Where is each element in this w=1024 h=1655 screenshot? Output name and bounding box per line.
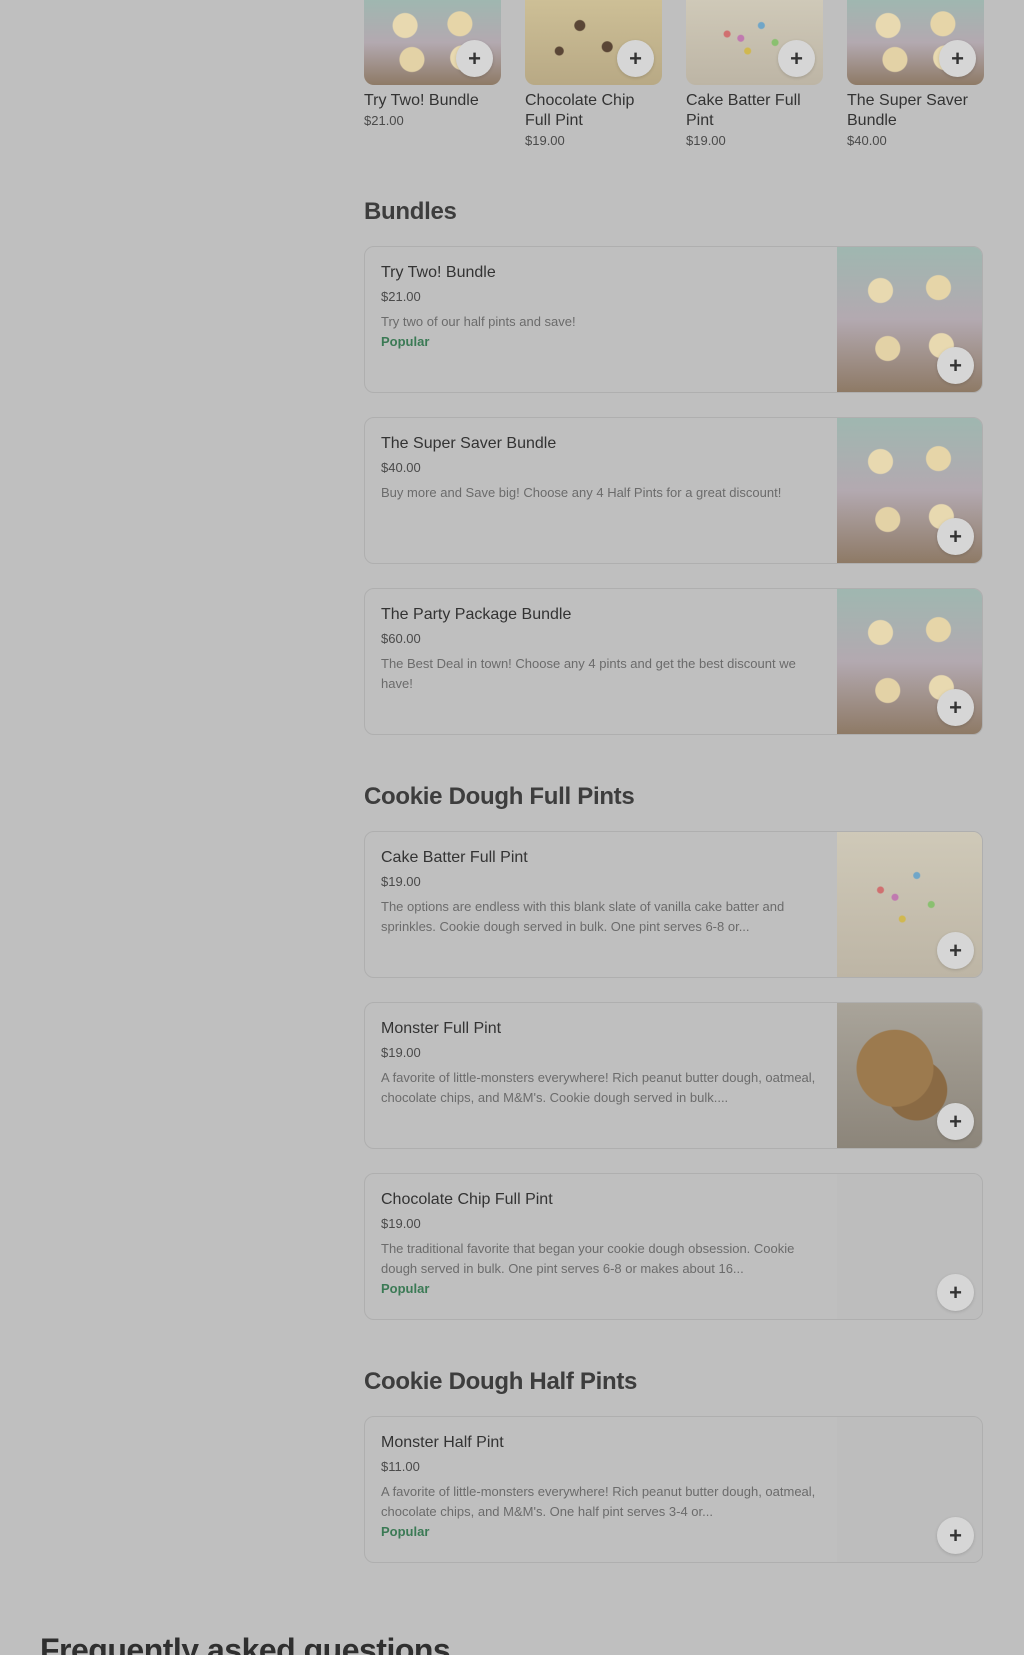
- plus-icon: +: [949, 1108, 962, 1134]
- menu-item-card[interactable]: Cake Batter Full Pint $19.00 The options…: [364, 831, 983, 978]
- menu-item-card[interactable]: Try Two! Bundle $21.00 Try two of our ha…: [364, 246, 983, 393]
- add-item-button[interactable]: +: [937, 518, 974, 555]
- plus-icon: +: [790, 45, 803, 71]
- add-item-button[interactable]: +: [937, 689, 974, 726]
- menu-item-card[interactable]: The Party Package Bundle $60.00 The Best…: [364, 588, 983, 735]
- item-price: $40.00: [381, 460, 421, 475]
- item-image: +: [837, 832, 982, 977]
- item-image: +: [837, 1417, 982, 1562]
- featured-item-title: The Super Saver Bundle: [847, 92, 968, 129]
- item-price: $19.00: [381, 1045, 421, 1060]
- featured-item-price: $40.00: [847, 133, 887, 148]
- item-title: Cake Batter Full Pint: [381, 849, 528, 866]
- item-description: The traditional favorite that began your…: [381, 1241, 795, 1276]
- item-description: A favorite of little-monsters everywhere…: [381, 1070, 816, 1105]
- faq-heading: Frequently asked questions: [40, 1632, 451, 1655]
- item-description: The Best Deal in town! Choose any 4 pint…: [381, 656, 796, 691]
- item-title: Monster Full Pint: [381, 1020, 502, 1037]
- menu-item-card[interactable]: Monster Half Pint $11.00 A favorite of l…: [364, 1416, 983, 1563]
- add-item-button[interactable]: +: [456, 40, 493, 77]
- item-price: $60.00: [381, 631, 421, 646]
- popular-badge: Popular: [381, 334, 430, 349]
- item-image: +: [686, 0, 823, 85]
- add-item-button[interactable]: +: [939, 40, 976, 77]
- item-description: The options are endless with this blank …: [381, 899, 785, 934]
- plus-icon: +: [949, 1522, 962, 1548]
- item-title: The Party Package Bundle: [381, 606, 572, 623]
- plus-icon: +: [629, 45, 642, 71]
- featured-item[interactable]: + Try Two! Bundle $21.00: [364, 0, 501, 150]
- item-image: +: [837, 418, 982, 563]
- plus-icon: +: [951, 45, 964, 71]
- section-title-bundles: Bundles: [364, 198, 457, 225]
- popular-badge: Popular: [381, 1524, 430, 1539]
- item-image: +: [837, 247, 982, 392]
- item-description: Try two of our half pints and save!: [381, 314, 576, 329]
- item-image: +: [837, 589, 982, 734]
- add-item-button[interactable]: +: [937, 1517, 974, 1554]
- item-description: A favorite of little-monsters everywhere…: [381, 1484, 816, 1519]
- featured-item-price: $19.00: [525, 133, 565, 148]
- popular-badge: Popular: [381, 1281, 430, 1296]
- featured-item-price: $21.00: [364, 113, 404, 128]
- item-price: $19.00: [381, 874, 421, 889]
- plus-icon: +: [949, 694, 962, 720]
- add-item-button[interactable]: +: [778, 40, 815, 77]
- featured-item[interactable]: + Cake Batter Full Pint $19.00: [686, 0, 823, 150]
- featured-item-title: Cake Batter Full Pint: [686, 92, 801, 129]
- featured-item-title: Chocolate Chip Full Pint: [525, 92, 635, 129]
- plus-icon: +: [949, 1279, 962, 1305]
- featured-items-row: + Try Two! Bundle $21.00 + Chocolate Chi…: [364, 0, 984, 150]
- add-item-button[interactable]: +: [937, 347, 974, 384]
- add-item-button[interactable]: +: [617, 40, 654, 77]
- menu-item-card[interactable]: Monster Full Pint $19.00 A favorite of l…: [364, 1002, 983, 1149]
- section-title-half-pints: Cookie Dough Half Pints: [364, 1368, 638, 1395]
- item-title: Chocolate Chip Full Pint: [381, 1191, 553, 1208]
- plus-icon: +: [949, 523, 962, 549]
- add-item-button[interactable]: +: [937, 1103, 974, 1140]
- add-item-button[interactable]: +: [937, 932, 974, 969]
- item-price: $21.00: [381, 289, 421, 304]
- item-price: $19.00: [381, 1216, 421, 1231]
- item-image: +: [847, 0, 984, 85]
- plus-icon: +: [949, 352, 962, 378]
- section-title-full-pints: Cookie Dough Full Pints: [364, 783, 635, 810]
- item-image: +: [525, 0, 662, 85]
- plus-icon: +: [949, 937, 962, 963]
- featured-item[interactable]: + The Super Saver Bundle $40.00: [847, 0, 984, 150]
- menu-item-card[interactable]: Chocolate Chip Full Pint $19.00 The trad…: [364, 1173, 983, 1320]
- add-item-button[interactable]: +: [937, 1274, 974, 1311]
- item-price: $11.00: [381, 1459, 420, 1474]
- featured-item-title: Try Two! Bundle: [364, 92, 479, 109]
- plus-icon: +: [468, 45, 481, 71]
- item-image: +: [837, 1174, 982, 1319]
- item-image: +: [837, 1003, 982, 1148]
- featured-item[interactable]: + Chocolate Chip Full Pint $19.00: [525, 0, 662, 150]
- item-description: Buy more and Save big! Choose any 4 Half…: [381, 485, 782, 500]
- item-image: +: [364, 0, 501, 85]
- item-title: The Super Saver Bundle: [381, 435, 557, 452]
- menu-item-card[interactable]: The Super Saver Bundle $40.00 Buy more a…: [364, 417, 983, 564]
- item-title: Monster Half Pint: [381, 1434, 504, 1451]
- item-title: Try Two! Bundle: [381, 264, 496, 281]
- featured-item-price: $19.00: [686, 133, 726, 148]
